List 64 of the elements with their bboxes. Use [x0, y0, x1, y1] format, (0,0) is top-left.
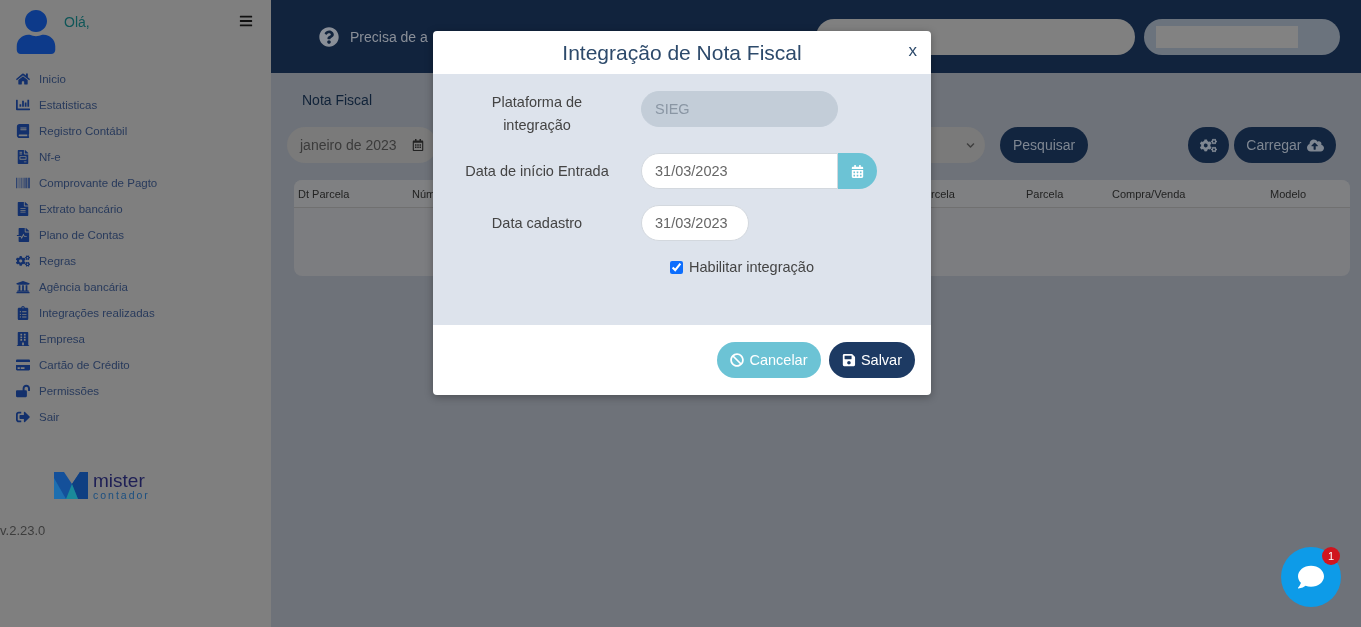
sidebar-item[interactable]: Regras — [0, 248, 271, 274]
sidebar-item[interactable]: Inicio — [0, 66, 271, 92]
clipboard-icon — [15, 306, 31, 320]
sidebar-item[interactable]: Comprovante de Pagto — [0, 170, 271, 196]
menu-icon[interactable] — [239, 14, 253, 28]
account-field[interactable] — [1144, 18, 1340, 55]
date-field[interactable]: 31/03/2023 — [641, 205, 749, 241]
close-button[interactable]: x — [908, 41, 917, 61]
checkbox[interactable] — [670, 260, 684, 274]
dialog-title: Integração de Nota Fiscal — [562, 40, 802, 65]
user-avatar-icon — [14, 10, 58, 54]
credit-card-icon — [15, 358, 31, 372]
sidebar-item[interactable]: Extrato bancário — [0, 196, 271, 222]
logo-tagline: contador — [93, 489, 150, 501]
logout-icon — [15, 410, 31, 424]
home-icon — [15, 72, 31, 86]
document-icon — [15, 228, 31, 242]
calendar-icon — [412, 139, 424, 151]
document-icon — [15, 150, 31, 164]
column-header: Dt Parcela — [298, 187, 351, 200]
unlocked-padlock-icon — [15, 384, 31, 398]
field-label: Data de início Entrada — [465, 161, 609, 181]
date-field[interactable]: 31/03/2023 — [641, 153, 838, 189]
version-label: v.2.23.0 — [0, 523, 47, 538]
logo-icon — [52, 470, 89, 501]
file-icon — [15, 202, 31, 216]
building-icon — [15, 332, 31, 346]
column-header: Modelo — [1270, 187, 1308, 200]
sidebar-item[interactable]: Agência bancária — [0, 274, 271, 300]
sidebar-item[interactable]: Cartão de Crédito — [0, 352, 271, 378]
gears-icon — [15, 254, 31, 268]
save-button[interactable]: Salvar — [829, 342, 915, 378]
cancel-button[interactable]: Cancelar — [717, 342, 821, 378]
column-header: Compra/Venda — [1112, 187, 1187, 200]
gears-icon — [1200, 136, 1218, 154]
logo-name: mister — [93, 470, 146, 490]
book-icon — [15, 124, 31, 138]
bar-chart-icon — [15, 98, 31, 112]
sidebar-item[interactable]: Empresa — [0, 326, 271, 352]
checkbox-label: Habilitar integração — [689, 259, 814, 275]
sidebar-item[interactable]: Sair — [0, 404, 271, 430]
sidebar-item[interactable]: Permissões — [0, 378, 271, 404]
page-title: Nota Fiscal — [302, 92, 373, 108]
ban-icon — [730, 353, 745, 367]
sidebar-item[interactable]: Integrações realizadas — [0, 300, 271, 326]
help-icon[interactable] — [319, 26, 339, 47]
sidebar-item[interactable]: Registro Contábil — [0, 118, 271, 144]
sidebar-item[interactable]: Nf-e — [0, 144, 271, 170]
sidebar-item[interactable]: Plano de Contas — [0, 222, 271, 248]
chevron-down-icon — [966, 140, 975, 150]
column-header: rcela — [931, 187, 956, 200]
bank-icon — [15, 280, 31, 294]
barcode-icon — [15, 176, 31, 190]
chat-bubble-icon — [1298, 564, 1324, 590]
settings-button[interactable] — [1188, 127, 1230, 163]
help-text: Precisa de a — [350, 28, 428, 45]
greeting: Olá, — [64, 14, 91, 30]
field-label: Data cadastro — [491, 213, 583, 233]
sidebar-item[interactable]: Estatisticas — [0, 92, 271, 118]
field-label: Plataforma de integração — [490, 93, 584, 135]
calendar-icon — [851, 164, 864, 178]
column-header: Parcela — [1026, 187, 1065, 200]
search-button[interactable]: Pesquisar — [1000, 127, 1089, 163]
upload-button[interactable]: Carregar — [1234, 127, 1336, 163]
